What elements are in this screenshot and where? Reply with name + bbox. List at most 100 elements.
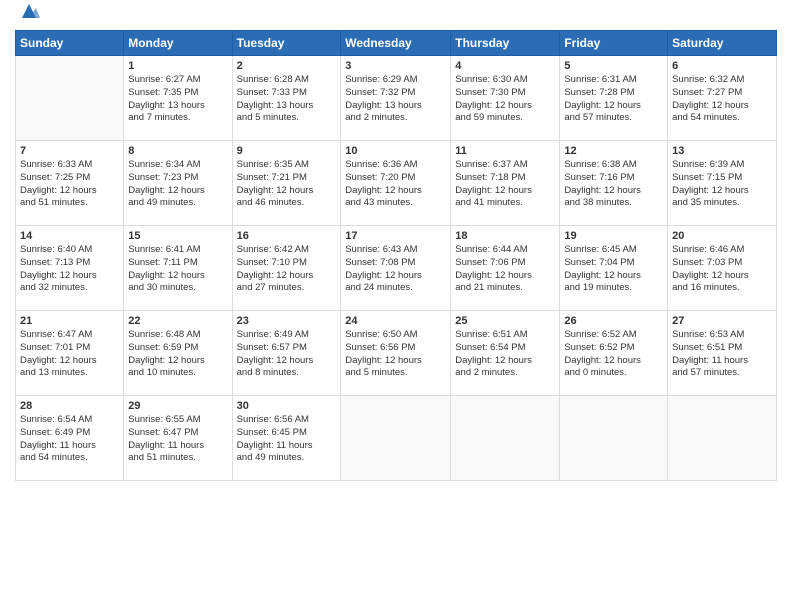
day-number: 18 bbox=[455, 230, 555, 242]
calendar-cell: 21 Sunrise: 6:47 AMSunset: 7:01 PMDayligh… bbox=[16, 311, 124, 396]
day-number: 1 bbox=[128, 60, 227, 72]
weekday-header-friday: Friday bbox=[560, 31, 668, 56]
calendar-cell: 30Sunrise: 6:56 AMSunset: 6:45 PMDayligh… bbox=[232, 396, 341, 481]
calendar-cell bbox=[451, 396, 560, 481]
day-info: Sunrise: 6:48 AMSunset: 6:59 PMDaylight:… bbox=[128, 329, 227, 380]
day-number: 30 bbox=[237, 400, 337, 412]
day-number: 21 bbox=[20, 315, 119, 327]
day-info: Sunrise: 6:45 AMSunset: 7:04 PMDaylight:… bbox=[564, 244, 663, 295]
day-number: 22 bbox=[128, 315, 227, 327]
calendar-cell: 20Sunrise: 6:46 AMSunset: 7:03 PMDayligh… bbox=[668, 226, 777, 311]
day-number: 29 bbox=[128, 400, 227, 412]
day-number: 15 bbox=[128, 230, 227, 242]
day-info: Sunrise: 6:49 AMSunset: 6:57 PMDaylight:… bbox=[237, 329, 337, 380]
day-number: 2 bbox=[237, 60, 337, 72]
day-info: Sunrise: 6:32 AMSunset: 7:27 PMDaylight:… bbox=[672, 74, 772, 125]
day-info: Sunrise: 6:33 AMSunset: 7:25 PMDaylight:… bbox=[20, 159, 119, 210]
calendar-cell: 2 Sunrise: 6:28 AMSunset: 7:33 PMDaylight… bbox=[232, 56, 341, 141]
day-info: Sunrise: 6:37 AMSunset: 7:18 PMDaylight:… bbox=[455, 159, 555, 210]
calendar-cell: 1 Sunrise: 6:27 AMSunset: 7:35 PMDaylight… bbox=[124, 56, 232, 141]
week-row-1: 1 Sunrise: 6:27 AMSunset: 7:35 PMDaylight… bbox=[16, 56, 777, 141]
day-info: Sunrise: 6:55 AMSunset: 6:47 PMDaylight:… bbox=[128, 414, 227, 465]
week-row-4: 21 Sunrise: 6:47 AMSunset: 7:01 PMDayligh… bbox=[16, 311, 777, 396]
day-number: 12 bbox=[564, 145, 663, 157]
calendar-cell: 5 Sunrise: 6:31 AMSunset: 7:28 PMDaylight… bbox=[560, 56, 668, 141]
calendar-cell bbox=[16, 56, 124, 141]
weekday-header-tuesday: Tuesday bbox=[232, 31, 341, 56]
day-info: Sunrise: 6:47 AMSunset: 7:01 PMDaylight:… bbox=[20, 329, 119, 380]
calendar-cell: 8 Sunrise: 6:34 AMSunset: 7:23 PMDaylight… bbox=[124, 141, 232, 226]
day-info: Sunrise: 6:30 AMSunset: 7:30 PMDaylight:… bbox=[455, 74, 555, 125]
logo-icon bbox=[18, 0, 40, 22]
weekday-header-saturday: Saturday bbox=[668, 31, 777, 56]
day-number: 28 bbox=[20, 400, 119, 412]
week-row-3: 14 Sunrise: 6:40 AMSunset: 7:13 PMDayligh… bbox=[16, 226, 777, 311]
day-info: Sunrise: 6:46 AMSunset: 7:03 PMDaylight:… bbox=[672, 244, 772, 295]
day-info: Sunrise: 6:34 AMSunset: 7:23 PMDaylight:… bbox=[128, 159, 227, 210]
day-number: 8 bbox=[128, 145, 227, 157]
day-number: 26 bbox=[564, 315, 663, 327]
day-number: 19 bbox=[564, 230, 663, 242]
calendar-cell: 23 Sunrise: 6:49 AMSunset: 6:57 PMDayligh… bbox=[232, 311, 341, 396]
day-number: 4 bbox=[455, 60, 555, 72]
weekday-header-monday: Monday bbox=[124, 31, 232, 56]
calendar-cell bbox=[668, 396, 777, 481]
day-number: 5 bbox=[564, 60, 663, 72]
day-number: 6 bbox=[672, 60, 772, 72]
week-row-5: 28 Sunrise: 6:54 AMSunset: 6:49 PMDayligh… bbox=[16, 396, 777, 481]
calendar-cell: 14 Sunrise: 6:40 AMSunset: 7:13 PMDayligh… bbox=[16, 226, 124, 311]
day-info: Sunrise: 6:27 AMSunset: 7:35 PMDaylight:… bbox=[128, 74, 227, 125]
calendar-cell: 27 Sunrise: 6:53 AMSunset: 6:51 PMDayligh… bbox=[668, 311, 777, 396]
day-info: Sunrise: 6:53 AMSunset: 6:51 PMDaylight:… bbox=[672, 329, 772, 380]
day-number: 13 bbox=[672, 145, 772, 157]
day-info: Sunrise: 6:29 AMSunset: 7:32 PMDaylight:… bbox=[345, 74, 446, 125]
day-number: 7 bbox=[20, 145, 119, 157]
page: SundayMondayTuesdayWednesdayThursdayFrid… bbox=[0, 0, 792, 612]
weekday-header-thursday: Thursday bbox=[451, 31, 560, 56]
day-info: Sunrise: 6:51 AMSunset: 6:54 PMDaylight:… bbox=[455, 329, 555, 380]
day-info: Sunrise: 6:42 AMSunset: 7:10 PMDaylight:… bbox=[237, 244, 337, 295]
weekday-header-sunday: Sunday bbox=[16, 31, 124, 56]
logo bbox=[15, 10, 40, 22]
day-info: Sunrise: 6:43 AMSunset: 7:08 PMDaylight:… bbox=[345, 244, 446, 295]
calendar-cell: 3 Sunrise: 6:29 AMSunset: 7:32 PMDaylight… bbox=[341, 56, 451, 141]
day-number: 24 bbox=[345, 315, 446, 327]
day-info: Sunrise: 6:44 AMSunset: 7:06 PMDaylight:… bbox=[455, 244, 555, 295]
day-info: Sunrise: 6:36 AMSunset: 7:20 PMDaylight:… bbox=[345, 159, 446, 210]
day-info: Sunrise: 6:40 AMSunset: 7:13 PMDaylight:… bbox=[20, 244, 119, 295]
day-info: Sunrise: 6:52 AMSunset: 6:52 PMDaylight:… bbox=[564, 329, 663, 380]
calendar-cell: 6 Sunrise: 6:32 AMSunset: 7:27 PMDaylight… bbox=[668, 56, 777, 141]
day-number: 27 bbox=[672, 315, 772, 327]
calendar-cell: 19 Sunrise: 6:45 AMSunset: 7:04 PMDayligh… bbox=[560, 226, 668, 311]
day-info: Sunrise: 6:39 AMSunset: 7:15 PMDaylight:… bbox=[672, 159, 772, 210]
calendar-cell: 13 Sunrise: 6:39 AMSunset: 7:15 PMDayligh… bbox=[668, 141, 777, 226]
day-number: 16 bbox=[237, 230, 337, 242]
calendar-cell: 28 Sunrise: 6:54 AMSunset: 6:49 PMDayligh… bbox=[16, 396, 124, 481]
weekday-header-wednesday: Wednesday bbox=[341, 31, 451, 56]
calendar-cell bbox=[560, 396, 668, 481]
calendar-cell: 17Sunrise: 6:43 AMSunset: 7:08 PMDayligh… bbox=[341, 226, 451, 311]
calendar-cell: 26 Sunrise: 6:52 AMSunset: 6:52 PMDayligh… bbox=[560, 311, 668, 396]
day-info: Sunrise: 6:38 AMSunset: 7:16 PMDaylight:… bbox=[564, 159, 663, 210]
calendar-cell: 11 Sunrise: 6:37 AMSunset: 7:18 PMDayligh… bbox=[451, 141, 560, 226]
day-info: Sunrise: 6:54 AMSunset: 6:49 PMDaylight:… bbox=[20, 414, 119, 465]
day-number: 11 bbox=[455, 145, 555, 157]
day-number: 3 bbox=[345, 60, 446, 72]
calendar-cell: 10Sunrise: 6:36 AMSunset: 7:20 PMDayligh… bbox=[341, 141, 451, 226]
day-info: Sunrise: 6:31 AMSunset: 7:28 PMDaylight:… bbox=[564, 74, 663, 125]
weekday-header-row: SundayMondayTuesdayWednesdayThursdayFrid… bbox=[16, 31, 777, 56]
calendar: SundayMondayTuesdayWednesdayThursdayFrid… bbox=[15, 30, 777, 481]
calendar-cell: 29 Sunrise: 6:55 AMSunset: 6:47 PMDayligh… bbox=[124, 396, 232, 481]
calendar-cell: 24 Sunrise: 6:50 AMSunset: 6:56 PMDayligh… bbox=[341, 311, 451, 396]
day-info: Sunrise: 6:50 AMSunset: 6:56 PMDaylight:… bbox=[345, 329, 446, 380]
day-number: 23 bbox=[237, 315, 337, 327]
day-number: 9 bbox=[237, 145, 337, 157]
calendar-cell: 22 Sunrise: 6:48 AMSunset: 6:59 PMDayligh… bbox=[124, 311, 232, 396]
day-info: Sunrise: 6:35 AMSunset: 7:21 PMDaylight:… bbox=[237, 159, 337, 210]
calendar-cell bbox=[341, 396, 451, 481]
day-number: 14 bbox=[20, 230, 119, 242]
calendar-cell: 25Sunrise: 6:51 AMSunset: 6:54 PMDayligh… bbox=[451, 311, 560, 396]
day-info: Sunrise: 6:41 AMSunset: 7:11 PMDaylight:… bbox=[128, 244, 227, 295]
day-info: Sunrise: 6:28 AMSunset: 7:33 PMDaylight:… bbox=[237, 74, 337, 125]
calendar-cell: 12 Sunrise: 6:38 AMSunset: 7:16 PMDayligh… bbox=[560, 141, 668, 226]
